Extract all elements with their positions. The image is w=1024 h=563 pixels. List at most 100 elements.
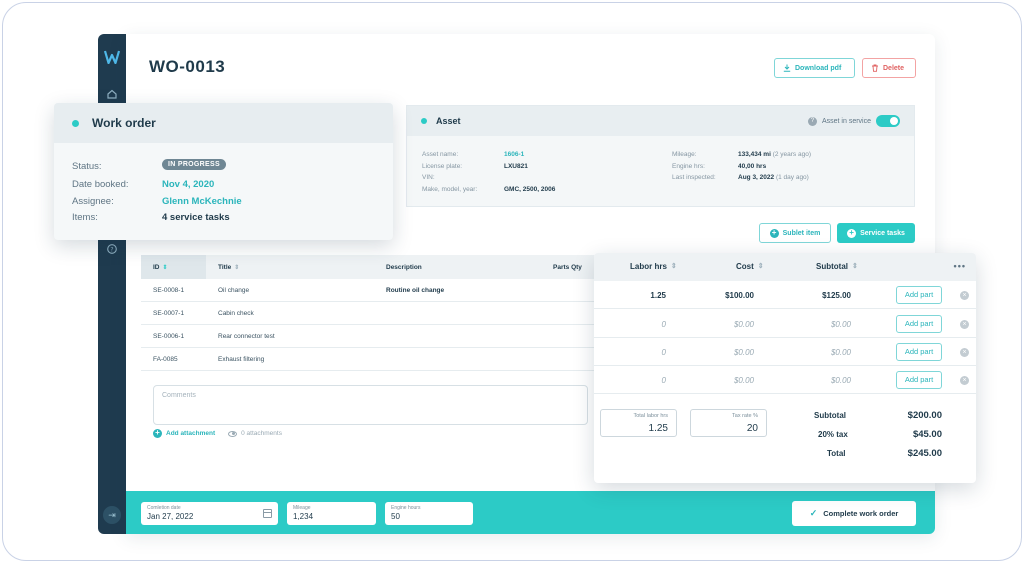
column-description-label: Description [386, 263, 422, 271]
download-pdf-button[interactable]: Download pdf [774, 58, 855, 78]
cost-value: $0.00 [733, 320, 754, 329]
labor-hrs-value[interactable]: 0 [662, 320, 666, 329]
asset-panel: Asset ? Asset in service Asset name: Lic… [406, 105, 915, 207]
add-part-button[interactable]: Add part [896, 343, 942, 361]
task-id: SE-0006-1 [153, 333, 185, 340]
total-labor-hrs-label: Total labor hrs [633, 413, 668, 419]
eye-icon [228, 430, 238, 437]
page-title: WO-0013 [149, 57, 226, 76]
cost-row: 0 $0.00 $0.00 Add part × [594, 338, 976, 366]
date-booked-label: Date booked: [72, 179, 129, 190]
column-subtotal-label: Subtotal [816, 262, 848, 271]
column-cost[interactable]: Cost ⇕ [736, 262, 764, 271]
tax-rate-field[interactable]: Tax rate % 20 [690, 409, 767, 437]
table-row[interactable]: SE-0008-1 Oil change Routine oil change [141, 279, 611, 302]
work-order-dot-icon [72, 119, 79, 127]
items-value: 4 service tasks [162, 212, 230, 223]
total-label: Total [827, 449, 846, 458]
completion-date-field[interactable]: Comletion date Jan 27, 2022 [141, 502, 278, 525]
mileage-label: Mileage [293, 505, 311, 511]
total-value: $245.00 [907, 448, 942, 459]
attachments-count-label: 0 attachments [241, 430, 282, 437]
help-icon[interactable]: ? [106, 243, 118, 255]
cost-row: 0 $0.00 $0.00 Add part × [594, 310, 976, 338]
asset-make-value: GMC, 2500, 2006 [504, 185, 556, 193]
add-part-button[interactable]: Add part [896, 371, 942, 389]
add-part-button[interactable]: Add part [896, 286, 942, 304]
home-icon[interactable] [106, 88, 118, 100]
engine-hours-field[interactable]: Engine hours 50 [385, 502, 473, 525]
labor-hrs-value[interactable]: 1.25 [650, 291, 666, 300]
question-icon[interactable]: ? [807, 116, 817, 126]
delete-label: Delete [883, 64, 905, 72]
column-id[interactable]: ID ⇕ [153, 255, 168, 279]
trash-icon [872, 64, 878, 72]
svg-text:?: ? [110, 246, 113, 253]
task-title: Oil change [218, 287, 250, 294]
sublet-item-button[interactable]: Sublet item [759, 223, 831, 243]
screenshot-frame: ? ⇥ WO-0013 Download pdf Delete Asset ? … [2, 2, 1022, 561]
task-description: Routine oil change [386, 287, 445, 294]
cost-row: 1.25 $100.00 $125.00 Add part × [594, 281, 976, 309]
asset-labels-right: Mileage: Engine hrs: Last inspected: [672, 149, 742, 184]
work-order-card: Work order Status: IN PROGRESS Date book… [54, 103, 393, 240]
column-labor-hrs[interactable]: Labor hrs ⇕ [630, 262, 677, 271]
column-subtotal[interactable]: Subtotal ⇕ [816, 262, 858, 271]
logo-icon[interactable] [104, 50, 120, 64]
close-icon[interactable]: × [960, 291, 969, 300]
status-label: Status: [72, 161, 102, 172]
more-icon[interactable]: ••• [954, 261, 966, 271]
add-part-button[interactable]: Add part [896, 315, 942, 333]
tax-rate-label: Tax rate % [732, 413, 758, 419]
subtotal-value: $0.00 [830, 320, 851, 329]
subtotal-value: $0.00 [830, 376, 851, 385]
sort-icon: ⇕ [162, 264, 168, 271]
complete-work-order-button[interactable]: ✓ Complete work order [792, 501, 916, 526]
asset-mileage-note: (2 years ago) [772, 151, 811, 158]
asset-name-value[interactable]: 1606-1 [504, 149, 604, 161]
delete-button[interactable]: Delete [862, 58, 916, 78]
add-attachment-button[interactable]: Add attachment [153, 428, 215, 438]
attachments-row: Add attachment 0 attachments [153, 428, 282, 438]
work-order-title: Work order [92, 116, 156, 130]
attachments-count: 0 attachments [228, 430, 282, 437]
plus-circle-icon [153, 428, 162, 438]
tax-label: 20% tax [818, 430, 848, 439]
labor-hrs-value[interactable]: 0 [662, 348, 666, 357]
table-row[interactable]: FA-0085 Exhaust filtering [141, 348, 611, 371]
mileage-field[interactable]: Mileage 1,234 [287, 502, 376, 525]
mileage-value: 1,234 [293, 512, 314, 521]
table-row[interactable]: SE-0007-1 Cabin check [141, 302, 611, 325]
asset-in-service-toggle[interactable] [876, 115, 900, 127]
comments-input[interactable]: Comments [153, 385, 588, 425]
asset-mileage-value: 133,434 mi [738, 151, 771, 158]
download-pdf-label: Download pdf [795, 64, 842, 72]
date-booked-value[interactable]: Nov 4, 2020 [162, 179, 214, 190]
asset-vin-label: VIN: [422, 174, 435, 181]
column-title[interactable]: Title ⇕ [218, 255, 239, 279]
total-labor-hrs-field[interactable]: Total labor hrs 1.25 [600, 409, 677, 437]
plus-circle-icon [769, 228, 779, 238]
collapse-icon[interactable]: ⇥ [103, 506, 121, 524]
tax-value: $45.00 [912, 429, 942, 440]
total-labor-hrs-value: 1.25 [648, 423, 668, 434]
assignee-value[interactable]: Glenn McKechnie [162, 196, 242, 207]
service-tasks-button[interactable]: Service tasks [837, 223, 915, 243]
asset-engine-label: Engine hrs: [672, 162, 705, 170]
task-id: SE-0007-1 [153, 310, 185, 317]
subtotal-total-value: $200.00 [907, 410, 942, 421]
items-label: Items: [72, 212, 98, 223]
calendar-icon[interactable] [263, 509, 272, 518]
close-icon[interactable]: × [960, 320, 969, 329]
column-parts-qty-label: Parts Qty [553, 263, 582, 271]
labor-hrs-value[interactable]: 0 [662, 376, 666, 385]
costs-header: Labor hrs ⇕ Cost ⇕ Subtotal ⇕ ••• [594, 253, 976, 281]
asset-inspected-label: Last inspected: [672, 174, 716, 181]
asset-header: Asset ? Asset in service [407, 106, 914, 136]
assignee-label: Assignee: [72, 196, 114, 207]
close-icon[interactable]: × [960, 376, 969, 385]
asset-engine-value: 40,00 hrs [738, 162, 767, 170]
close-icon[interactable]: × [960, 348, 969, 357]
tasks-table: ID ⇕ Title ⇕ Description Parts Qty SE-0008… [141, 255, 611, 480]
table-row[interactable]: SE-0006-1 Rear connector test [141, 325, 611, 348]
